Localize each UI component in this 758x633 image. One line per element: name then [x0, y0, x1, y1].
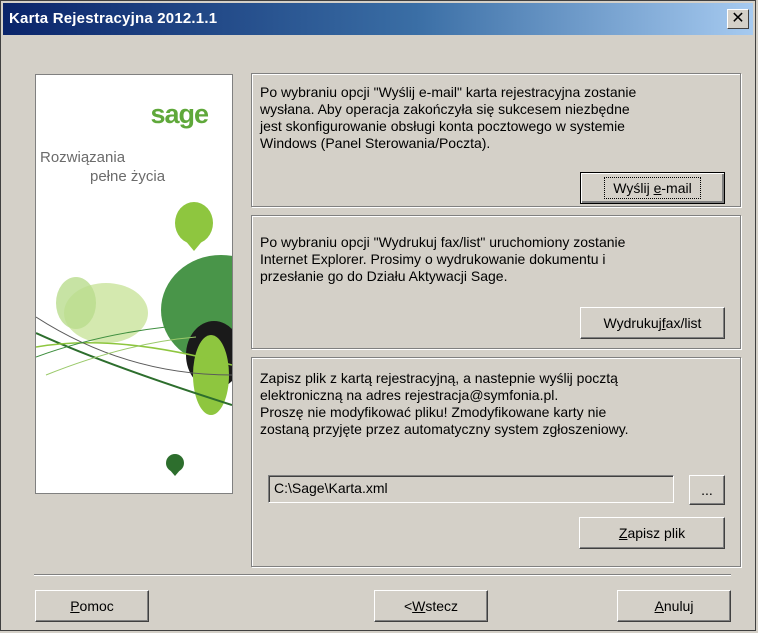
browse-button[interactable]: ... — [689, 475, 725, 505]
print-fax-label-pre: Wydrukuj — [603, 315, 662, 331]
send-email-label-pre: Wyślij — [613, 180, 654, 196]
email-description: Po wybraniu opcji "Wyślij e-mail" karta … — [260, 84, 636, 152]
dialog-window: Karta Rejestracyjna 2012.1.1 ✕ sage Rozw… — [0, 0, 756, 631]
back-accel: W — [412, 598, 426, 614]
save-file-button[interactable]: Zapisz plik — [579, 517, 725, 549]
sage-logo-panel: sage Rozwiązania pełne życia — [35, 74, 233, 494]
help-button[interactable]: Pomoc — [35, 590, 149, 622]
email-line: Windows (Panel Sterowania/Poczta). — [260, 135, 491, 151]
send-email-label-post: -mail — [661, 180, 692, 196]
fax-line: Po wybraniu opcji "Wydrukuj fax/list" ur… — [260, 234, 626, 250]
window-title: Karta Rejestracyjna 2012.1.1 — [9, 10, 218, 27]
back-label-pre: < — [403, 598, 413, 614]
fax-section: Po wybraniu opcji "Wydrukuj fax/list" ur… — [251, 215, 741, 349]
back-button[interactable]: < Wstecz — [374, 590, 488, 622]
save-description: Zapisz plik z kartą rejestracyjną, a nas… — [260, 370, 629, 438]
print-fax-label-post: ax/list — [665, 315, 702, 331]
email-line: Po wybraniu opcji "Wyślij e-mail" karta … — [260, 84, 637, 100]
fax-line: przesłanie go do Działu Aktywacji Sage. — [260, 268, 508, 284]
file-path-field[interactable]: C:\Sage\Karta.xml — [268, 475, 674, 503]
back-label-post: stecz — [425, 598, 459, 614]
email-line: wysłana. Aby operacja zakończyła się suk… — [260, 101, 630, 117]
cancel-button[interactable]: Anuluj — [617, 590, 731, 622]
email-section: Po wybraniu opcji "Wyślij e-mail" karta … — [251, 73, 741, 207]
title-bar[interactable]: Karta Rejestracyjna 2012.1.1 ✕ — [3, 3, 753, 35]
save-line: zostaną przyjęte przez automatyczny syst… — [260, 421, 629, 437]
save-line: Zapisz plik z kartą rejestracyjną, a nas… — [260, 370, 618, 386]
print-fax-button[interactable]: Wydrukuj f ax/list — [580, 307, 725, 339]
email-line: jest skonfigurowanie obsługi konta poczt… — [260, 118, 625, 134]
close-icon: ✕ — [731, 10, 745, 27]
save-line: elektroniczną na adres rejestracja@symfo… — [260, 387, 559, 403]
fax-description: Po wybraniu opcji "Wydrukuj fax/list" ur… — [260, 234, 625, 285]
fax-line: Internet Explorer. Prosimy o wydrukowani… — [260, 251, 606, 267]
help-label-post: omoc — [79, 598, 114, 614]
send-email-button[interactable]: Wyślij e-mail — [580, 172, 725, 204]
cancel-label-post: nuluj — [663, 598, 694, 614]
save-file-label-post: apisz plik — [627, 525, 686, 541]
save-line: Proszę nie modyfikować pliku! Zmodyfikow… — [260, 404, 607, 420]
help-accel: P — [70, 598, 80, 614]
decorative-leaves-illustration — [36, 202, 232, 476]
footer-separator — [34, 574, 731, 576]
close-button[interactable]: ✕ — [727, 9, 749, 29]
save-file-accel: Z — [618, 525, 628, 541]
cancel-accel: A — [654, 598, 664, 614]
